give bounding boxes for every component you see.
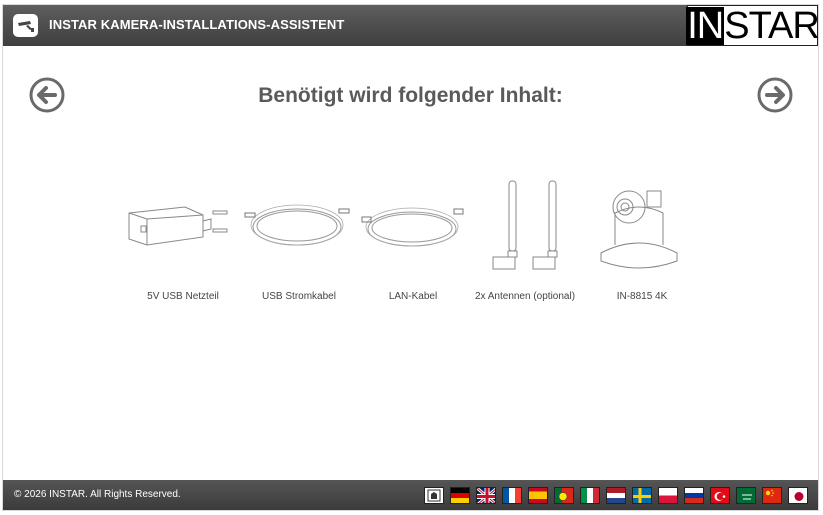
flag-pl-icon[interactable] [658,487,678,504]
flag-se-icon[interactable] [632,487,652,504]
copyright-text: © 2026 INSTAR. All Rights Reserved. [14,489,181,500]
power-adapter-icon [127,199,231,254]
flag-tr-icon[interactable] [710,487,730,504]
antenna-icon [489,179,565,278]
flag-ar-icon[interactable] [736,487,756,504]
flag-jp-icon[interactable] [788,487,808,504]
camera-icon [599,183,679,278]
flag-it-icon[interactable] [580,487,600,504]
item-label-camera: IN-8815 4K [616,291,668,302]
flag-ru-icon[interactable] [684,487,704,504]
page-title: Benötigt wird folgender Inhalt: [258,84,563,107]
flag-pt-icon[interactable] [554,487,574,504]
wizard-window: INSTAR KAMERA-INSTALLATIONS-ASSISTENT IN… [2,4,820,511]
flag-fr-icon[interactable] [502,487,522,504]
flag-es-icon[interactable] [528,487,548,504]
flag-nl-icon[interactable] [606,487,626,504]
flag-de-icon[interactable] [450,487,470,504]
footer-bar: © 2026 INSTAR. All Rights Reserved. [3,480,818,510]
flag-en-icon[interactable] [476,487,496,504]
flag-cn-icon[interactable] [762,487,782,504]
usb-cable-icon [243,201,353,256]
language-selector [424,487,808,504]
flag-home-icon[interactable] [424,487,444,504]
header-bar: INSTAR KAMERA-INSTALLATIONS-ASSISTENT IN… [3,4,820,47]
header-title: INSTAR KAMERA-INSTALLATIONS-ASSISTENT [49,17,345,32]
instar-brand-logo: IN STAR [686,4,820,47]
camera-logo-icon [13,14,38,37]
lan-cable-icon [360,203,470,256]
